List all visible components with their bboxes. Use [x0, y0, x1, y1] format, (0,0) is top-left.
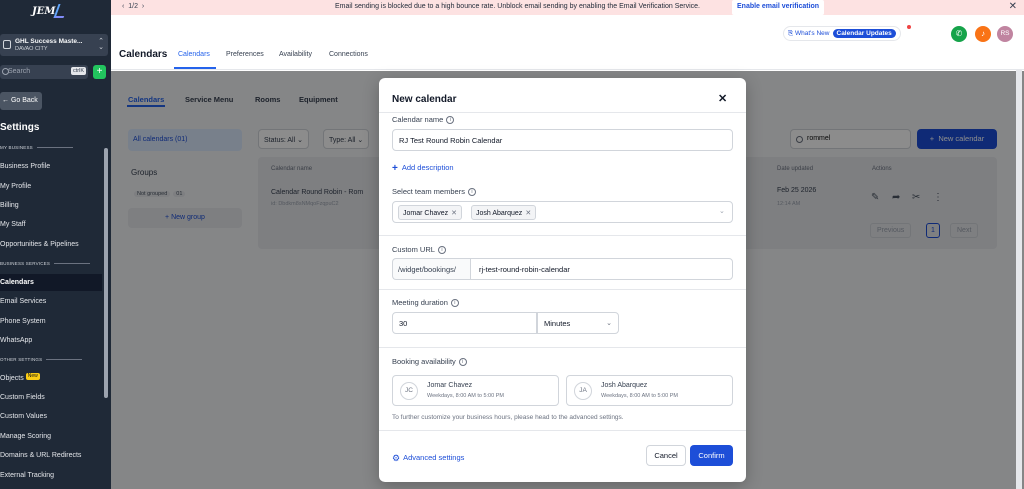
- availability-card[interactable]: JC Jomar Chavez Weekdays, 8:00 AM to 5:0…: [392, 375, 559, 406]
- tab-calendars[interactable]: Calendars: [178, 51, 210, 58]
- calendar-updates-pill: Calendar Updates: [832, 29, 896, 38]
- quick-add-button[interactable]: +: [93, 65, 106, 79]
- settings-title: Settings: [0, 122, 40, 133]
- page-title: Calendars: [119, 49, 168, 60]
- sidebar-item-custom-values[interactable]: Custom Values: [0, 408, 102, 425]
- info-icon[interactable]: i: [446, 116, 455, 125]
- tab-availability[interactable]: Availability: [279, 51, 312, 58]
- sidebar-item-my-profile[interactable]: My Profile: [0, 178, 102, 195]
- member-hours: Weekdays, 8:00 AM to 5:00 PM: [427, 393, 504, 399]
- modal-title: New calendar: [392, 94, 457, 105]
- tab-connections[interactable]: Connections: [329, 51, 368, 58]
- bell-icon[interactable]: ♪: [975, 26, 991, 42]
- divider: [379, 430, 746, 431]
- calendar-name-label: Calendar name i: [392, 115, 455, 125]
- sidebar-scrollbar[interactable]: [104, 148, 108, 398]
- custom-url-label: Custom URL i: [392, 245, 446, 255]
- custom-url-input[interactable]: rj-test-round-robin-calendar: [470, 258, 733, 280]
- member-chip[interactable]: Josh Abarquez ✕: [471, 205, 537, 220]
- gear-icon: ⚙: [392, 453, 401, 463]
- notification-dot: [907, 25, 911, 29]
- avatar: JC: [400, 382, 418, 400]
- close-icon[interactable]: ✕: [1009, 1, 1017, 12]
- member-name: Josh Abarquez: [601, 382, 648, 389]
- account-switcher[interactable]: GHL Success Maste... DAVAO CITY ⌃ ⌄: [0, 34, 108, 56]
- chevron-down-icon: ⌄: [719, 208, 725, 215]
- avatar: JA: [574, 382, 592, 400]
- whats-new-button[interactable]: ⎘ What's New Calendar Updates: [783, 26, 901, 41]
- shortcut-badge: ctrlK: [71, 67, 86, 75]
- sidebar-item-domains[interactable]: Domains & URL Redirects: [0, 447, 102, 464]
- member-chip[interactable]: Jomar Chavez ✕: [398, 205, 463, 220]
- confirm-button[interactable]: Confirm: [690, 445, 733, 466]
- duration-input[interactable]: 30: [392, 312, 537, 334]
- chevron-left-icon[interactable]: ‹: [122, 3, 124, 10]
- sidebar-item-external-tracking[interactable]: External Tracking: [0, 467, 102, 484]
- duration-unit-select[interactable]: Minutes ⌄: [537, 312, 619, 334]
- new-calendar-modal: New calendar ✕ Calendar name i RJ Test Ro…: [379, 78, 746, 482]
- member-hours: Weekdays, 8:00 AM to 5:00 PM: [601, 393, 678, 399]
- building-icon: [3, 40, 11, 49]
- sidebar-item-manage-scoring[interactable]: Manage Scoring: [0, 428, 102, 445]
- sidebar-item-phone-system[interactable]: Phone System: [0, 313, 102, 330]
- availability-card[interactable]: JA Josh Abarquez Weekdays, 8:00 AM to 5:…: [566, 375, 733, 406]
- sidebar-item-custom-fields[interactable]: Custom Fields: [0, 389, 102, 406]
- chevron-down-icon: ⌄: [606, 320, 612, 327]
- close-icon[interactable]: ✕: [718, 92, 727, 105]
- booking-availability-label: Booking availability i: [392, 357, 467, 367]
- divider: [379, 347, 746, 348]
- search-placeholder: Search: [8, 68, 31, 75]
- chevron-updown-icon: ⌃ ⌄: [98, 38, 104, 51]
- tab-preferences[interactable]: Preferences: [226, 51, 264, 58]
- page-scrollbar[interactable]: [1016, 70, 1022, 489]
- divider: [379, 235, 746, 236]
- meeting-duration-label: Meeting duration i: [392, 298, 459, 308]
- info-icon[interactable]: i: [437, 246, 446, 255]
- add-description-button[interactable]: + Add description: [392, 163, 454, 174]
- section-other-settings: OTHER SETTINGS: [0, 357, 83, 362]
- info-icon[interactable]: i: [467, 188, 476, 197]
- remove-icon[interactable]: ✕: [525, 210, 531, 217]
- section-business-services: BUSINESS SERVICES: [0, 261, 91, 266]
- availability-note: To further customize your business hours…: [392, 414, 624, 421]
- sidebar: JEM GHL Success Maste... DAVAO CITY ⌃ ⌄ S…: [0, 0, 111, 489]
- sidebar-search-input[interactable]: Search ctrlK: [0, 65, 88, 79]
- company-logo: JEM: [32, 4, 69, 20]
- calendar-name-input[interactable]: RJ Test Round Robin Calendar: [392, 129, 733, 151]
- member-name: Jomar Chavez: [427, 382, 473, 389]
- banner-pager: ‹ 1/2 ›: [122, 3, 145, 10]
- warning-banner: ‹ 1/2 › Email sending is blocked due to …: [111, 0, 1024, 15]
- info-icon[interactable]: i: [450, 299, 459, 308]
- user-avatar[interactable]: RS: [997, 26, 1013, 42]
- section-my-business: MY BUSINESS: [0, 145, 73, 150]
- enable-email-verification-button[interactable]: Enable email verification: [732, 0, 825, 15]
- sidebar-item-my-staff[interactable]: My Staff: [0, 216, 102, 233]
- active-tab-indicator: [174, 67, 216, 69]
- team-members-label: Select team members i: [392, 187, 476, 197]
- account-name: GHL Success Maste...: [15, 38, 83, 45]
- sidebar-item-billing[interactable]: Billing: [0, 197, 102, 214]
- sidebar-item-calendars[interactable]: Calendars: [0, 274, 102, 291]
- divider: [379, 289, 746, 290]
- url-prefix: /widget/bookings/: [392, 258, 470, 280]
- divider: [379, 112, 746, 113]
- sidebar-item-business-profile[interactable]: Business Profile: [0, 158, 102, 175]
- cancel-button[interactable]: Cancel: [646, 445, 686, 466]
- sidebar-item-email-services[interactable]: Email Services: [0, 293, 102, 310]
- page-header: Calendars Calendars Preferences Availabi…: [111, 15, 1024, 70]
- go-back-button[interactable]: ← Go Back: [0, 92, 42, 110]
- phone-icon[interactable]: ✆: [951, 26, 967, 42]
- sidebar-item-whatsapp[interactable]: WhatsApp: [0, 332, 102, 349]
- plus-icon: +: [392, 163, 398, 174]
- banner-message: Email sending is blocked due to a high b…: [335, 3, 700, 10]
- gift-icon: ⎘: [788, 30, 794, 37]
- remove-icon[interactable]: ✕: [451, 210, 457, 217]
- new-badge: New: [25, 373, 40, 380]
- info-icon[interactable]: i: [458, 358, 467, 367]
- sidebar-item-objects[interactable]: Objects New: [0, 370, 102, 387]
- advanced-settings-button[interactable]: ⚙ Advanced settings: [392, 453, 464, 464]
- account-city: DAVAO CITY: [15, 46, 48, 52]
- sidebar-item-opportunities[interactable]: Opportunities & Pipelines: [0, 236, 102, 253]
- chevron-right-icon[interactable]: ›: [142, 3, 144, 10]
